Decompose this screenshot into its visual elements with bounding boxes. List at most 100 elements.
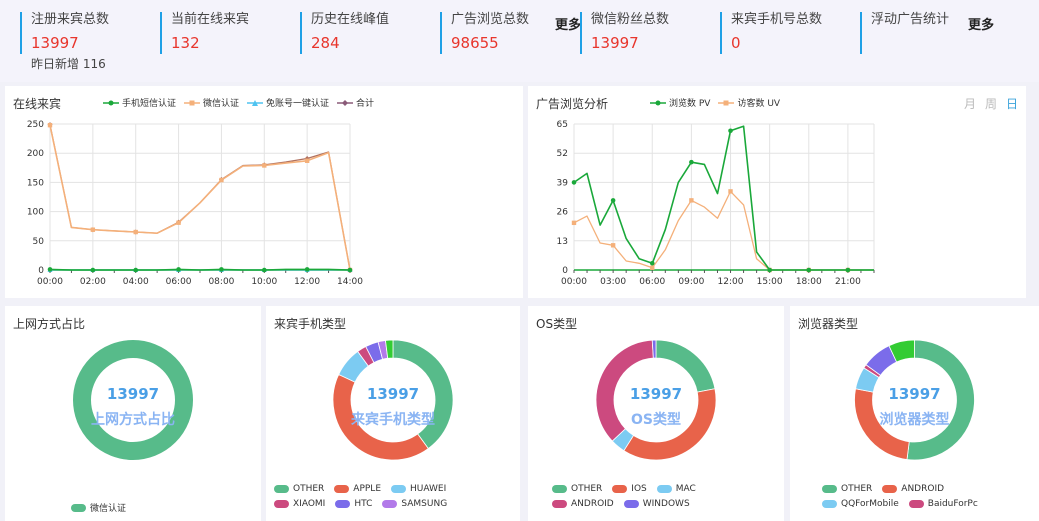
stat-value: 13997 bbox=[591, 34, 639, 52]
y-tick-label: 100 bbox=[27, 208, 44, 218]
ad-views-chart: 0 13 26 39 52 65 00:00 03:00 06:00 09:00 12:00 15:0… bbox=[557, 120, 875, 287]
x-tick-label: 06:00 bbox=[166, 277, 192, 287]
donut-center-label: 上网方式占比 bbox=[91, 411, 175, 428]
stat-label: 当前在线来宾 bbox=[171, 12, 250, 27]
legend-label: 微信认证 bbox=[90, 504, 127, 514]
x-tick-label: 10:00 bbox=[251, 277, 277, 287]
x-tick-label: 08:00 bbox=[208, 277, 234, 287]
data-point bbox=[689, 198, 694, 203]
data-point bbox=[47, 122, 53, 128]
legend-pill-icon bbox=[882, 485, 898, 493]
stat-float-ads: 浮动广告统计 bbox=[860, 12, 949, 54]
y-tick-label: 50 bbox=[33, 237, 45, 247]
data-point bbox=[133, 267, 139, 273]
legend-pill-icon bbox=[274, 485, 289, 493]
legend-item[interactable]: IOS bbox=[612, 484, 647, 494]
series-line bbox=[49, 125, 351, 271]
stat-ad-views: 广告浏览总数 98655 bbox=[440, 12, 529, 54]
data-point bbox=[650, 265, 655, 270]
legend-label: XIAOMI bbox=[293, 499, 326, 509]
browser-type-panel: 浏览器类型 13997 浏览器类型 OTHER ANDROID QQForMobi… bbox=[790, 306, 1039, 521]
legend-item[interactable]: SAMSUNG bbox=[382, 499, 447, 509]
stat-wechat-fans: 微信粉丝总数 13997 bbox=[580, 12, 669, 54]
legend-item[interactable]: APPLE bbox=[334, 484, 381, 494]
data-point bbox=[219, 177, 224, 183]
stat-online-guests: 当前在线来宾 132 bbox=[160, 12, 249, 54]
data-point bbox=[806, 267, 812, 273]
legend-pill-icon bbox=[382, 500, 398, 508]
data-point bbox=[571, 220, 577, 226]
x-tick-label: 03:00 bbox=[600, 277, 626, 287]
donut-center-value: 13997 bbox=[367, 385, 419, 403]
stat-label: 注册来宾总数 bbox=[31, 12, 110, 27]
legend-item[interactable]: XIAOMI bbox=[274, 499, 325, 509]
legend-item[interactable]: BaiduForPc bbox=[908, 499, 978, 509]
y-tick-label: 250 bbox=[27, 120, 44, 130]
access-method-donut: 13997 上网方式占比 bbox=[73, 340, 193, 460]
data-point bbox=[610, 198, 616, 203]
stat-label: 微信粉丝总数 bbox=[591, 12, 670, 27]
data-point bbox=[133, 229, 138, 235]
data-point bbox=[347, 267, 353, 273]
legend-pill-icon bbox=[552, 485, 567, 493]
browser-type-donut: 13997 浏览器类型 bbox=[854, 339, 975, 461]
stat-label: 广告浏览总数 bbox=[451, 12, 530, 27]
x-tick-label: 06:00 bbox=[639, 277, 665, 287]
legend-pill-icon bbox=[552, 500, 567, 508]
donut-center-label: 来宾手机类型 bbox=[350, 411, 435, 428]
data-point bbox=[176, 220, 181, 225]
data-point bbox=[610, 243, 616, 248]
donut-legend: OTHER APPLE HUAWEI XIAOMI HTC SAMSUNG bbox=[274, 484, 447, 514]
legend-item[interactable]: MAC bbox=[656, 484, 696, 494]
legend-item[interactable]: OTHER bbox=[822, 484, 872, 494]
donut-center-label: 浏览器类型 bbox=[880, 411, 950, 428]
stat-label: 浮动广告统计 bbox=[871, 12, 950, 27]
online-guests-chart: 0 50 100 150 200 250 00:00 02:00 04:00 06:00 08:00… bbox=[27, 120, 363, 287]
legend-item[interactable]: QQForMobile bbox=[822, 499, 899, 509]
legend-pill-icon bbox=[822, 500, 837, 508]
data-point bbox=[649, 260, 655, 266]
stat-value: 132 bbox=[171, 34, 200, 52]
legend-item[interactable]: 微信认证 bbox=[71, 501, 126, 514]
legend-item[interactable]: HUAWEI bbox=[391, 484, 446, 494]
legend-item[interactable]: ANDROID bbox=[882, 484, 944, 494]
legend-label: HTC bbox=[354, 499, 373, 509]
stat-value: 98655 bbox=[451, 34, 499, 52]
donut-center-label: OS类型 bbox=[631, 411, 681, 428]
data-point bbox=[219, 267, 224, 272]
legend-pill-icon bbox=[908, 500, 924, 508]
x-tick-label: 02:00 bbox=[80, 277, 106, 287]
y-tick-label: 26 bbox=[557, 208, 569, 218]
legend-pill-icon bbox=[391, 485, 407, 493]
legend-pill-icon bbox=[623, 500, 639, 508]
y-tick-label: 0 bbox=[562, 266, 568, 276]
y-tick-label: 52 bbox=[557, 149, 568, 159]
data-point bbox=[90, 267, 96, 273]
x-tick-label: 14:00 bbox=[337, 277, 363, 287]
series-line bbox=[49, 124, 351, 271]
data-point bbox=[767, 267, 772, 273]
stat-value: 0 bbox=[731, 34, 741, 52]
more-ad-link[interactable]: 更多 bbox=[555, 14, 581, 33]
legend-label: WINDOWS bbox=[642, 499, 690, 509]
legend-label: ANDROID bbox=[901, 484, 945, 494]
legend-item[interactable]: HTC bbox=[335, 499, 372, 509]
legend-pill-icon bbox=[822, 485, 837, 493]
data-point bbox=[845, 267, 851, 273]
x-tick-label: 00:00 bbox=[37, 277, 63, 287]
stat-value: 284 bbox=[311, 34, 340, 52]
more-float-link[interactable]: 更多 bbox=[968, 14, 994, 33]
legend-item[interactable]: ANDROID bbox=[552, 499, 614, 509]
legend-item[interactable]: OTHER bbox=[552, 484, 602, 494]
x-tick-label: 15:00 bbox=[757, 277, 783, 287]
legend-label: HUAWEI bbox=[410, 484, 447, 494]
ad-views-panel: 广告浏览分析 浏览数 PV 访客数 UV 月 周 日 0 13 26 39 52 65 00… bbox=[528, 86, 1026, 298]
x-tick-label: 12:00 bbox=[294, 277, 320, 287]
legend-item[interactable]: WINDOWS bbox=[623, 499, 690, 509]
legend-pill-icon bbox=[656, 485, 672, 493]
legend-item[interactable]: OTHER bbox=[274, 484, 324, 494]
legend-pill-icon bbox=[334, 485, 350, 493]
data-point bbox=[304, 267, 310, 272]
stats-bar: 注册来宾总数 13997 昨日新增 116 当前在线来宾 132 历史在线峰值 … bbox=[0, 0, 1039, 82]
donut-center-value: 13997 bbox=[630, 385, 682, 403]
